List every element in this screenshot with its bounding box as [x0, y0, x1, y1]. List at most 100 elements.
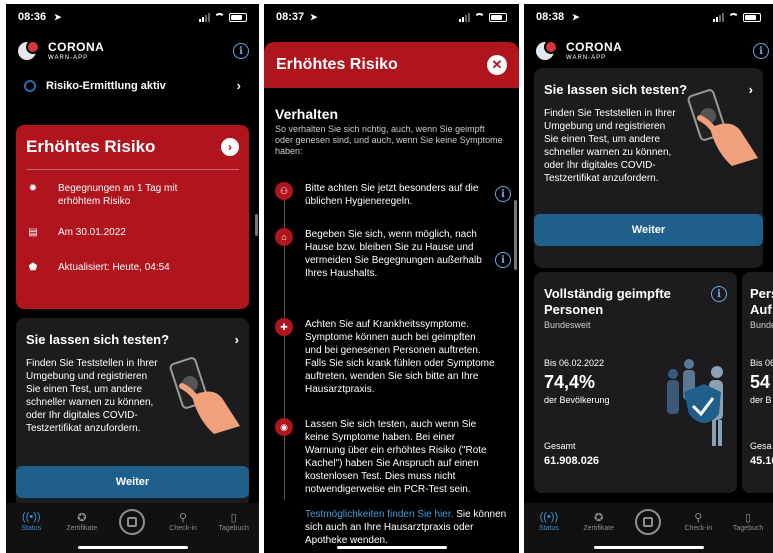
risk-updated: Aktualisiert: Heute, 04:54 [58, 262, 170, 273]
rule-item: ⚇ Bitte achten Sie jetzt besonders auf d… [275, 182, 511, 208]
signal-icon [459, 12, 470, 22]
wifi-icon [214, 13, 225, 21]
info-icon[interactable]: i [495, 186, 511, 202]
rule-text: Achten Sie auf Krankheitssymptome. Sympt… [305, 319, 495, 395]
app-subtitle: WARN-APP [48, 55, 89, 61]
info-icon[interactable]: i [711, 286, 727, 302]
continue-button[interactable]: Weiter [534, 214, 763, 246]
peek-title-2: Auf [750, 302, 772, 317]
clock: 08:37 [276, 11, 305, 23]
chevron-circle-icon[interactable]: › [221, 138, 239, 156]
signal-icon [199, 12, 210, 22]
test-card-title: Sie lassen sich testen? [544, 82, 688, 97]
radar-icon: ((•)) [539, 511, 559, 523]
tab-status[interactable]: ((•)) Status [9, 509, 53, 532]
tab-certificates[interactable]: ✪ Zertifikate [60, 509, 104, 533]
test-card-text: Finden Sie Teststellen in Ihrer Umgebung… [26, 358, 158, 434]
location-icon: ⚲ [694, 511, 703, 524]
diary-icon: ▯ [230, 511, 237, 524]
divider [26, 169, 239, 170]
peek-total-label: Gesa [750, 441, 772, 451]
radar-icon: ((•)) [22, 511, 41, 523]
rule-text: Bitte achten Sie jetzt besonders auf die… [305, 183, 479, 207]
thermometer-icon: ✚ [275, 318, 293, 336]
screen-status: 08:36 ➤ CORONA WARN-APP i Risiko-Ermittl… [6, 4, 259, 553]
risk-detection-row[interactable]: Risiko-Ermittlung aktiv › [24, 78, 241, 93]
info-icon[interactable]: i [753, 43, 769, 59]
info-icon[interactable]: i [495, 252, 511, 268]
certificate-icon: ✪ [77, 511, 87, 524]
peek-percent: 54 [750, 372, 771, 392]
tab-diary[interactable]: ▯ Tagebuch [726, 509, 770, 533]
test-card-text: Finden Sie Teststellen in Ihrer Umgebung… [544, 108, 676, 184]
tab-label: Status [538, 525, 559, 532]
peek-percent-label: der B [750, 395, 772, 405]
tab-certificates[interactable]: ✪ Zertifikate [577, 509, 621, 533]
status-bar: 08:37 ➤ [264, 4, 519, 30]
home-indicator[interactable] [593, 546, 704, 549]
home-indicator[interactable] [77, 546, 188, 549]
signal-icon [713, 12, 724, 22]
qr-scan-icon [635, 509, 662, 535]
rule-text: Testmöglichkeiten finden Sie hier. Sie k… [305, 508, 511, 547]
tab-scan[interactable] [626, 509, 670, 535]
vacc-title: Vollständig geimpfte Personen [544, 286, 671, 317]
section-subtitle: So verhalten Sie sich richtig, auch, wen… [275, 124, 503, 156]
peek-title-1: Pers [750, 286, 773, 301]
location-arrow-icon: ➤ [572, 11, 580, 22]
rule-item: ◉ Lassen Sie sich testen, auch wenn Sie … [275, 418, 511, 496]
wifi-icon [474, 13, 485, 21]
location-arrow-icon: ➤ [54, 11, 62, 22]
tab-status[interactable]: ((•)) Status [527, 509, 571, 532]
vaccination-card[interactable]: Vollständig geimpfte Personen Bundesweit… [534, 272, 737, 493]
info-icon[interactable]: i [233, 43, 249, 59]
partial-card[interactable]: Pers Auf Bunde Bis 06.0 54 der B Gesa 45… [742, 272, 773, 493]
risk-date: Am 30.01.2022 [58, 227, 126, 238]
battery-icon [229, 12, 247, 22]
shield-icon: ⬟ [28, 262, 38, 273]
app-logo: CORONA WARN-APP [48, 41, 104, 61]
peek-scope: Bunde [750, 320, 773, 330]
tab-checkin[interactable]: ⚲ Check-in [676, 509, 720, 533]
app-header: CORONA WARN-APP i [6, 34, 259, 68]
close-icon[interactable]: ✕ [487, 55, 507, 75]
status-bar: 08:38 ➤ [524, 4, 773, 30]
test-locations-link[interactable]: Testmöglichkeiten finden Sie hier. [305, 509, 453, 520]
chevron-right-icon: › [234, 332, 239, 347]
risk-encounters: Begegnungen an 1 Tag mit erhöhtem Risiko [58, 183, 178, 207]
vacc-scope: Bundesweit [544, 320, 591, 330]
status-bar: 08:36 ➤ [6, 4, 259, 30]
peek-total: 45.16 [750, 455, 773, 467]
hand-phone-illustration [169, 357, 240, 434]
app-subtitle: WARN-APP [566, 55, 607, 61]
certificate-icon: ✪ [594, 511, 604, 524]
radar-ring-icon [24, 79, 36, 92]
vacc-total: 61.908.026 [544, 455, 600, 467]
screen-status-scrolled: 08:38 ➤ CORONA WARN-APP i Sie lassen sic… [524, 4, 773, 553]
hygiene-icon: ⚇ [275, 182, 293, 200]
tab-label: Check-in [169, 525, 197, 532]
modal-title: Erhöhtes Risiko [276, 56, 398, 73]
corona-logo-icon [534, 38, 560, 64]
risk-card[interactable]: Erhöhtes Risiko › ✹ Begegnungen an 1 Tag… [16, 125, 249, 309]
rule-item: ✚ Achten Sie auf Krankheitssymptome. Sym… [275, 318, 511, 396]
tab-diary[interactable]: ▯ Tagebuch [212, 509, 256, 533]
test-card-title: Sie lassen sich testen? [26, 332, 170, 347]
scrollbar[interactable] [255, 214, 258, 236]
rule-text: Begeben Sie sich, wenn möglich, nach Hau… [305, 229, 482, 279]
risk-card-title: Erhöhtes Risiko [26, 137, 156, 156]
rule-item: ⌂ Begeben Sie sich, wenn möglich, nach H… [275, 228, 511, 280]
modal-header: Erhöhtes Risiko ✕ [264, 42, 519, 88]
tab-checkin[interactable]: ⚲ Check-in [161, 509, 205, 533]
screen-risk-details: 08:37 ➤ Erhöhtes Risiko ✕ Verhalten So v… [264, 4, 519, 553]
home-indicator[interactable] [336, 546, 447, 549]
qr-scan-icon [119, 509, 146, 535]
tab-label: Tagebuch [218, 525, 249, 532]
corona-logo-icon [16, 38, 42, 64]
scrollbar[interactable] [514, 200, 517, 270]
continue-button[interactable]: Weiter [16, 466, 249, 498]
app-header: CORONA WARN-APP i [524, 34, 773, 68]
tab-scan[interactable] [110, 509, 154, 535]
app-name: CORONA [48, 40, 105, 54]
diary-icon: ▯ [745, 511, 752, 524]
